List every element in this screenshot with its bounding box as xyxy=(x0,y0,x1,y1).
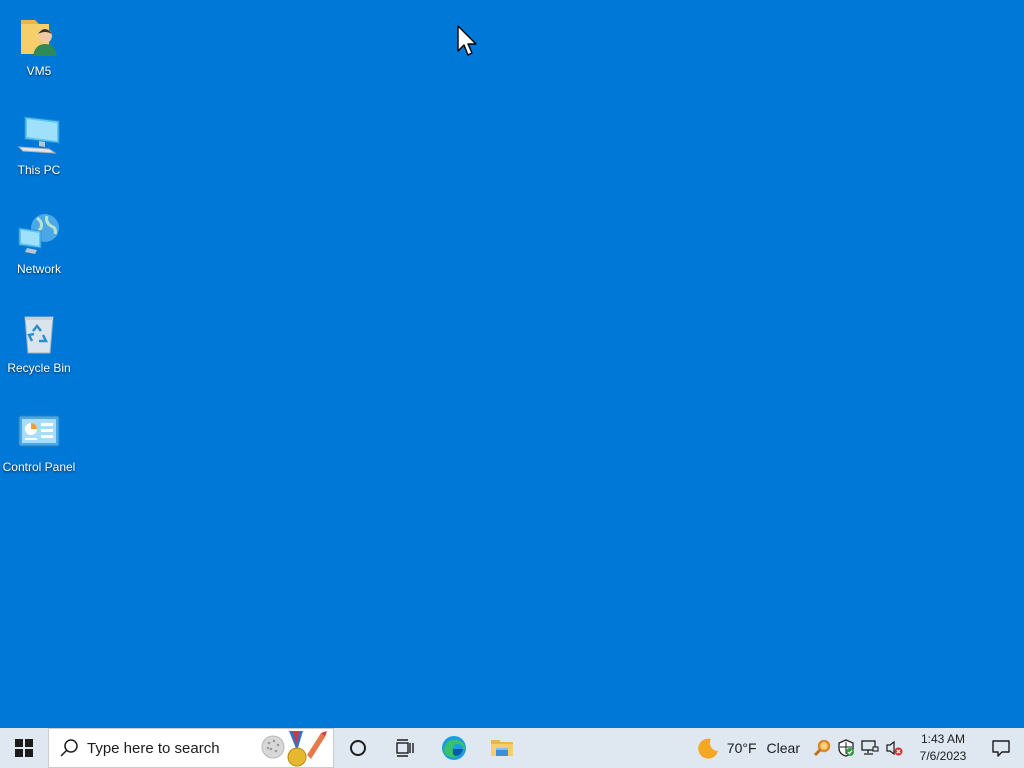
tray-volume[interactable] xyxy=(882,728,906,768)
search-icon xyxy=(60,739,78,757)
file-explorer-icon xyxy=(491,740,513,756)
shield-icon xyxy=(838,739,854,757)
search-highlight-icon[interactable] xyxy=(259,729,329,768)
weather-temperature: 70°F xyxy=(726,740,757,756)
cortana-button[interactable] xyxy=(334,728,382,768)
search-input[interactable]: Type here to search xyxy=(48,728,334,768)
tray-security[interactable] xyxy=(834,728,858,768)
taskbar: Type here to search 70°F Clear 1:43 AM 7… xyxy=(0,728,1024,768)
tray-search-tool[interactable] xyxy=(810,728,834,768)
desktop-icon-network[interactable]: Network xyxy=(0,202,78,286)
volume-muted-icon xyxy=(886,740,903,756)
tray-network[interactable] xyxy=(858,728,882,768)
windows-logo-icon xyxy=(15,739,33,757)
file-explorer-button[interactable] xyxy=(478,728,526,768)
desktop-icon-label: This PC xyxy=(17,163,61,177)
weather-widget[interactable]: 70°F Clear xyxy=(693,728,810,768)
mouse-cursor-icon xyxy=(457,25,477,56)
taskbar-clock[interactable]: 1:43 AM 7/6/2023 xyxy=(908,728,978,768)
desktop-icon-vm5[interactable]: VM5 xyxy=(0,4,78,88)
magnifier-tool-icon xyxy=(813,739,831,757)
desktop-icon-recycle-bin[interactable]: Recycle Bin xyxy=(0,301,78,385)
moon-icon xyxy=(698,738,718,759)
search-placeholder: Type here to search xyxy=(87,739,220,757)
action-center-button[interactable] xyxy=(978,728,1024,768)
desktop-icon-control-panel[interactable]: Control Panel xyxy=(0,400,78,484)
cortana-icon xyxy=(350,740,366,756)
clock-date: 7/6/2023 xyxy=(919,749,967,763)
desktop-icon-this-pc[interactable]: This PC xyxy=(0,103,78,187)
edge-icon xyxy=(442,736,466,760)
network-status-icon xyxy=(861,740,879,755)
weather-condition: Clear xyxy=(766,740,800,756)
task-view-button[interactable] xyxy=(382,728,430,768)
network-icon xyxy=(18,214,59,254)
user-folder-icon xyxy=(21,20,57,56)
edge-button[interactable] xyxy=(430,728,478,768)
recycle-bin-icon xyxy=(24,316,54,354)
computer-icon xyxy=(17,116,60,154)
task-view-icon xyxy=(396,739,414,757)
clock-time: 1:43 AM xyxy=(920,732,966,746)
desktop-icon-label: VM5 xyxy=(26,64,52,78)
desktop: VM5 This PC Network Recycle Bin Control … xyxy=(0,0,1024,728)
start-button[interactable] xyxy=(0,728,48,768)
desktop-icon-label: Control Panel xyxy=(2,460,76,474)
desktop-icon-label: Network xyxy=(16,262,61,276)
control-panel-icon xyxy=(18,415,60,447)
notification-icon xyxy=(992,740,1010,757)
desktop-icon-label: Recycle Bin xyxy=(7,361,71,375)
system-tray: 70°F Clear 1:43 AM 7/6/2023 xyxy=(693,728,1024,768)
